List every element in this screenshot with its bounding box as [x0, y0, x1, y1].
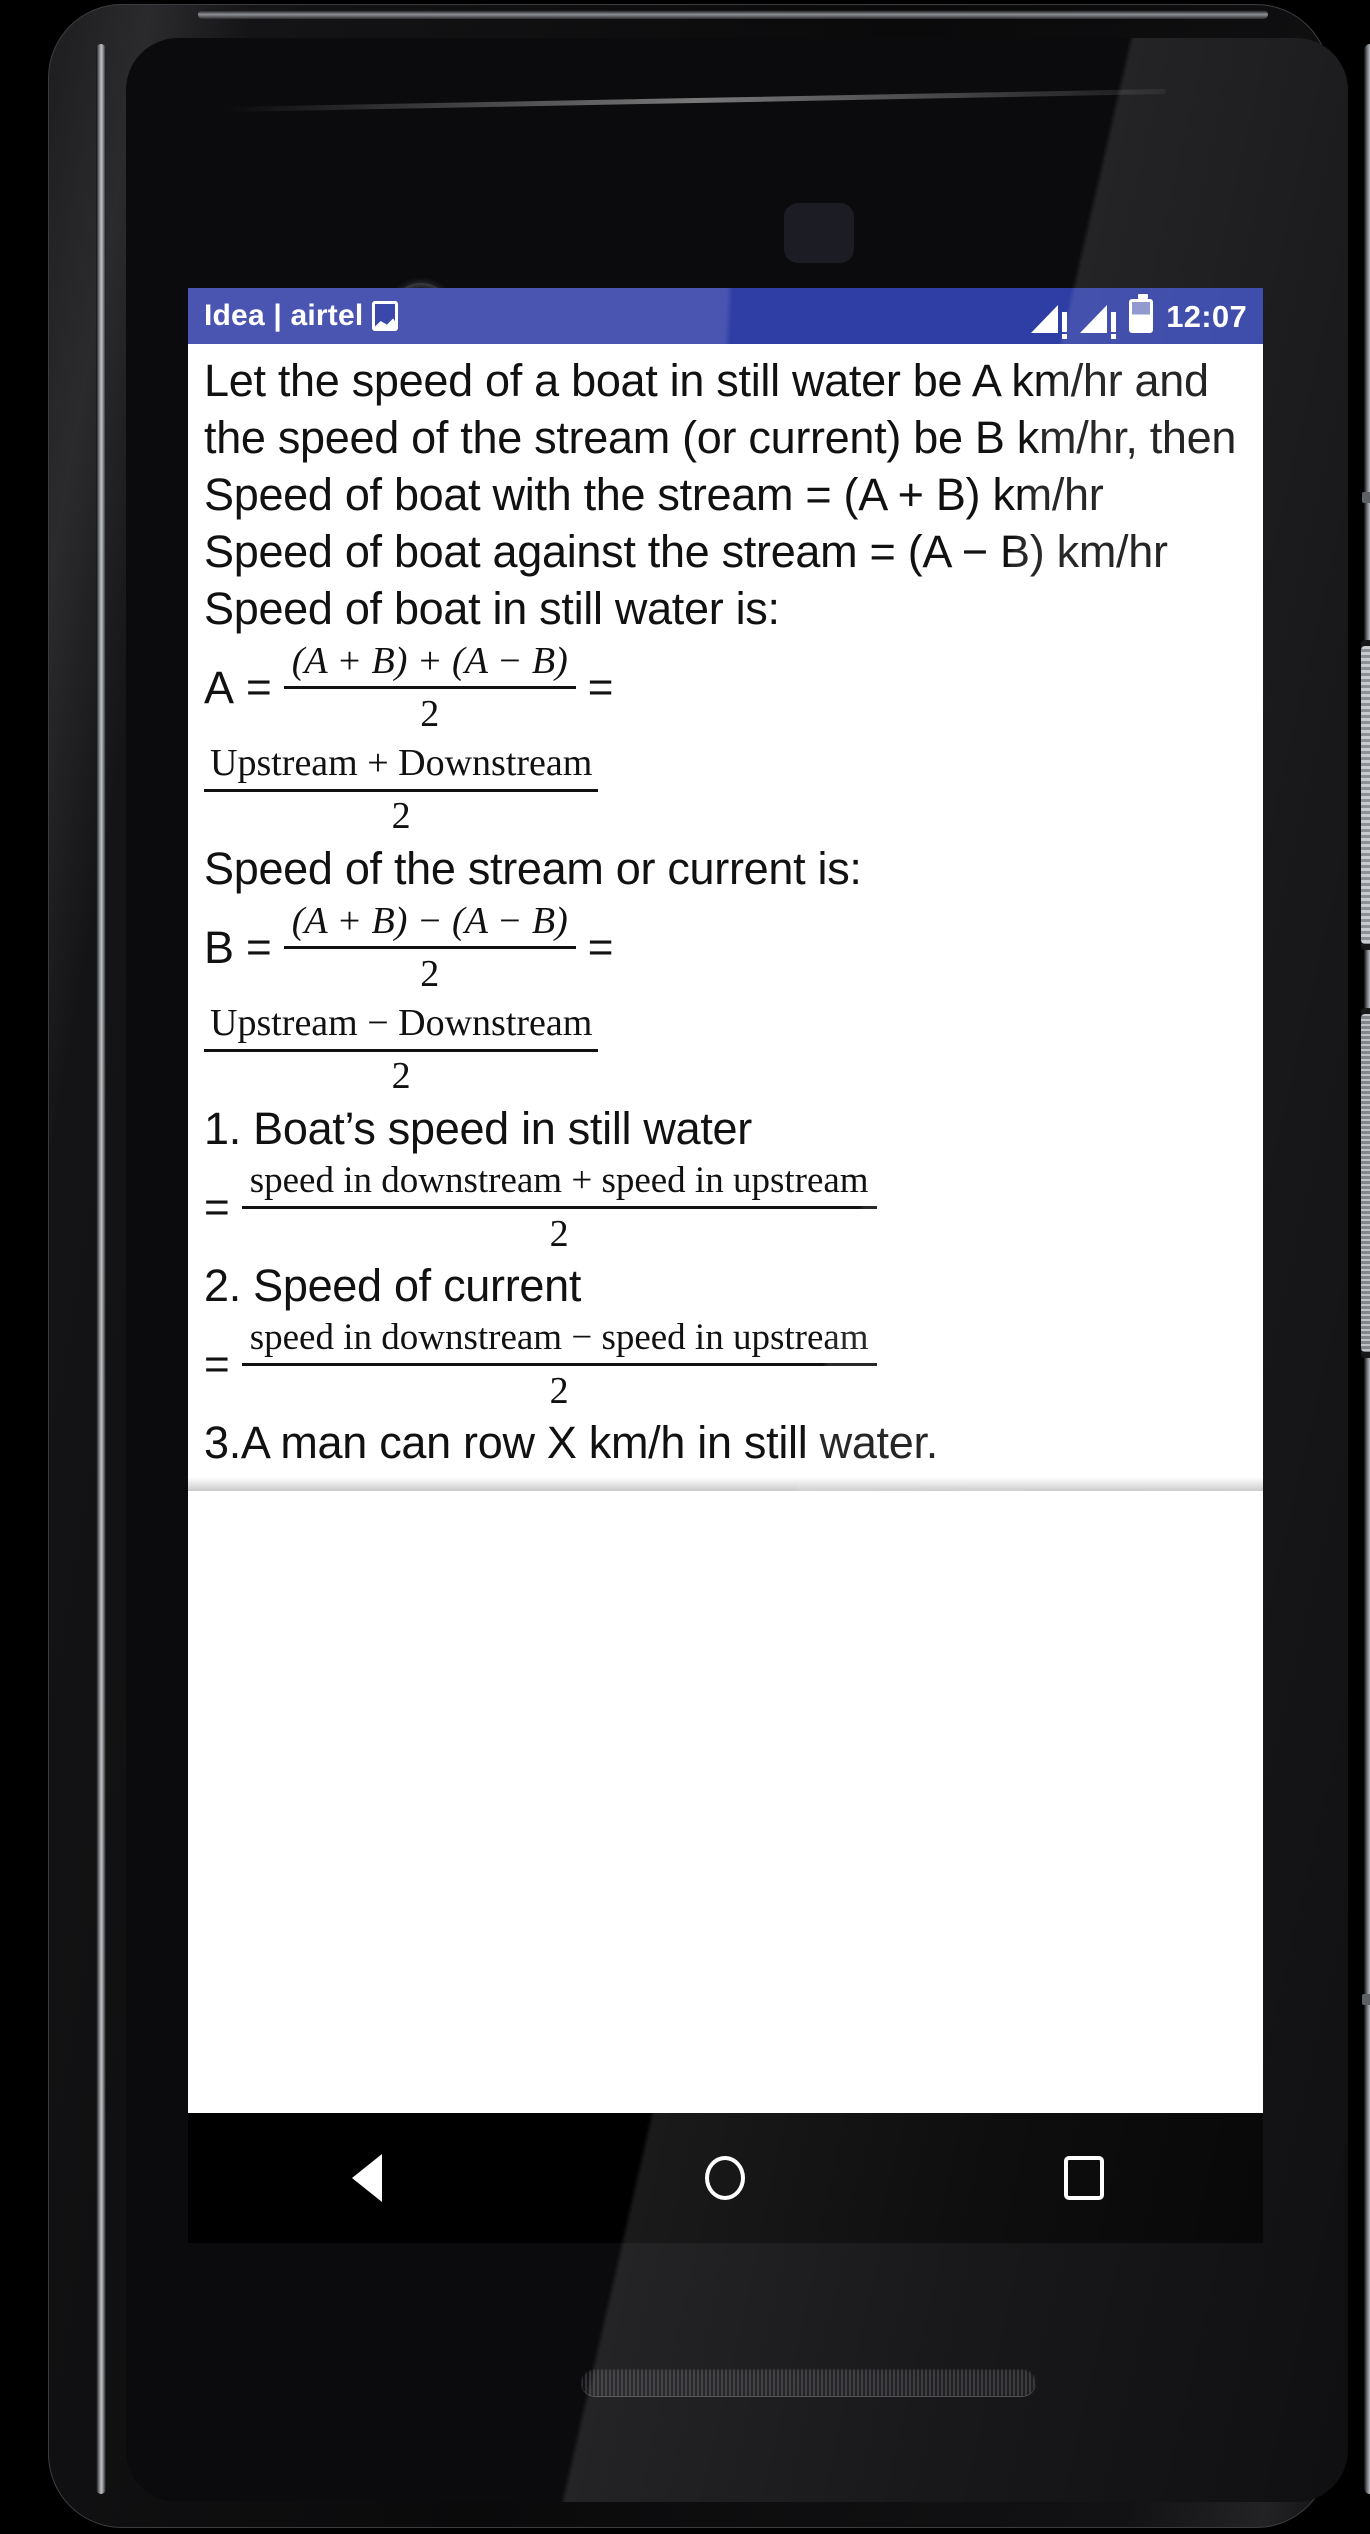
formula-a-fraction: (A + B) + (A − B) 2 [283, 639, 576, 737]
top-rail [198, 10, 1268, 19]
heading-still-water: Speed of boat in still water is: [204, 583, 780, 634]
screen-display: Idea | airtel 12:07 Let the speed of a b [188, 288, 1263, 2113]
list-item-1-formula-row: = speed in downstream + speed in upstrea… [204, 1159, 1247, 1257]
paragraph-with-stream: Speed of boat with the stream = (A + B) … [204, 469, 1104, 520]
formula-b-expanded-numerator: Upstream − Downstream [210, 1002, 593, 1044]
list-item-2-heading: 2. Speed of current [204, 1260, 582, 1311]
list-item-2-equals: = [204, 1340, 230, 1389]
formula-b-lead: B [204, 922, 235, 973]
antenna-gap [1362, 1994, 1370, 2005]
carrier-group: Idea | airtel [204, 299, 399, 332]
nav-back-button[interactable] [292, 2113, 442, 2243]
formula-a-equals-1: = [246, 663, 272, 712]
recents-icon [1063, 2156, 1104, 2200]
formula-a-expanded-numerator: Upstream + Downstream [210, 742, 593, 784]
heading-stream-speed: Speed of the stream or current is: [204, 843, 862, 894]
formula-a-expanded-denominator: 2 [391, 795, 411, 837]
status-bar-clock: 12:07 [1166, 298, 1247, 334]
screenshot-icon [372, 301, 399, 331]
formula-a-equals-2: = [587, 663, 614, 712]
formula-a-expanded-row: Upstream + Downstream 2 [204, 739, 1247, 840]
status-bar: Idea | airtel 12:07 [188, 288, 1263, 344]
formula-b-equals-1: = [246, 923, 272, 972]
list-item-1-fraction: speed in downstream + speed in upstream … [241, 1159, 877, 1257]
list-item-3: 3.A man can row X km/h in still water. [204, 1417, 938, 1468]
status-icons-group: 12:07 [1031, 294, 1247, 339]
formula-a-lead: A [204, 662, 235, 713]
list-item-2-numerator: speed in downstream − speed in upstream [249, 1317, 869, 1358]
formula-b-denominator: 2 [420, 953, 440, 995]
list-item-2-fraction: speed in downstream − speed in upstream … [241, 1316, 877, 1414]
formula-a-expanded-fraction: Upstream + Downstream 2 [204, 739, 599, 840]
volume-rocker-button[interactable] [1361, 1014, 1370, 1352]
formula-b-row: B = (A + B) − (A − B) 2 = [204, 899, 1247, 997]
formula-b-numerator: (A + B) − (A − B) [291, 900, 568, 942]
carrier-label: Idea | airtel [204, 299, 364, 332]
proximity-sensor [784, 203, 854, 263]
left-side-rail [96, 44, 106, 2494]
bottom-speaker [581, 2368, 1036, 2396]
formula-b-equals-2: = [587, 923, 614, 972]
formula-a-row: A = (A + B) + (A − B) 2 = [204, 639, 1247, 737]
signal-no-service-icon [1080, 299, 1117, 339]
nav-recents-button[interactable] [1009, 2113, 1159, 2243]
phone-glass-panel: Idea | airtel 12:07 Let the speed of a b [126, 38, 1348, 2502]
formula-b-expanded-row: Upstream − Downstream 2 [204, 999, 1247, 1100]
content-bottom-edge [188, 1477, 1263, 1491]
back-icon [352, 2154, 383, 2202]
list-item-1-denominator: 2 [549, 1213, 569, 1255]
phone-device: Idea | airtel 12:07 Let the speed of a b [48, 4, 1370, 2528]
paragraph-against-stream: Speed of boat against the stream = (A − … [204, 526, 1168, 577]
list-item-1-heading: 1. Boat’s speed in still water [204, 1103, 752, 1154]
antenna-gap [1362, 492, 1370, 503]
list-item-2-formula-row: = speed in downstream − speed in upstrea… [204, 1316, 1247, 1414]
signal-no-service-icon [1031, 299, 1068, 339]
list-item-1-equals: = [204, 1183, 230, 1232]
home-icon [705, 2156, 746, 2200]
android-navigation-bar [188, 2113, 1263, 2243]
formula-a-numerator: (A + B) + (A − B) [291, 640, 568, 682]
formula-b-fraction: (A + B) − (A − B) 2 [283, 899, 576, 997]
nav-home-button[interactable] [650, 2113, 800, 2243]
battery-half-icon [1129, 294, 1154, 333]
formula-b-expanded-fraction: Upstream − Downstream 2 [204, 999, 599, 1100]
screen-glare-highlight [226, 88, 1166, 113]
power-button[interactable] [1361, 646, 1370, 944]
list-item-1-numerator: speed in downstream + speed in upstream [249, 1160, 869, 1201]
list-item-2-denominator: 2 [549, 1370, 569, 1412]
formula-b-expanded-denominator: 2 [391, 1055, 411, 1097]
formula-a-denominator: 2 [420, 693, 440, 735]
article-content: Let the speed of a boat in still water b… [188, 344, 1263, 1471]
paragraph-intro: Let the speed of a boat in still water b… [204, 355, 1237, 463]
